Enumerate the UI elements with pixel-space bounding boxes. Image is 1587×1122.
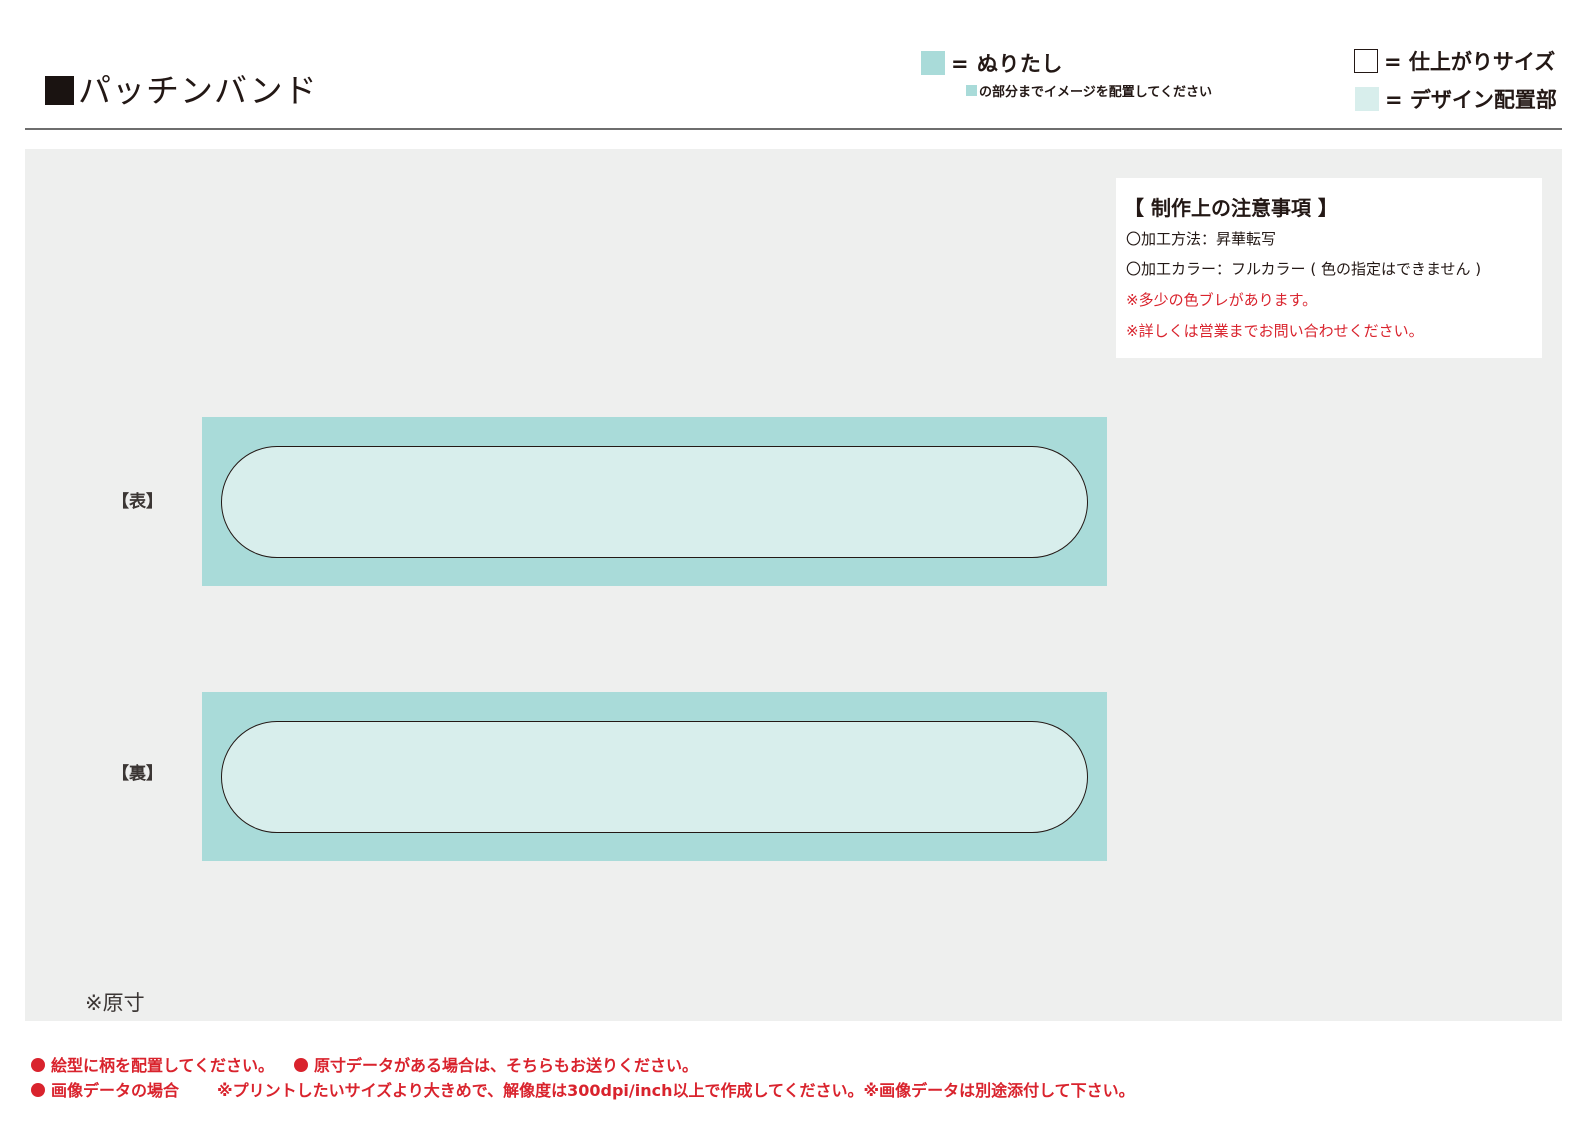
note-color: 〇加工カラー：フルカラー ( 色の指定はできません ) xyxy=(1126,260,1482,278)
footer-image-data-heading: 画像データの場合 xyxy=(51,1081,180,1100)
bleed-swatch xyxy=(921,51,945,75)
back-design-area[interactable] xyxy=(221,721,1088,833)
legend-finish-size: = 仕上がりサイズ xyxy=(1354,46,1555,76)
footer-line-1: 絵型に柄を配置してください。 原寸データがある場合は、そちらもお送りください。 xyxy=(31,1052,698,1076)
legend-design-area: = デザイン配置部 xyxy=(1355,84,1557,114)
finish-size-legend-label: = 仕上がりサイズ xyxy=(1384,50,1556,74)
title-square-icon xyxy=(45,76,74,105)
design-area-swatch xyxy=(1355,87,1379,111)
bleed-note-swatch xyxy=(966,85,977,96)
finish-size-swatch xyxy=(1354,49,1378,73)
page-title-block: パッチンバンド xyxy=(45,74,318,107)
page-title: パッチンバンド xyxy=(78,71,318,110)
front-design-area[interactable] xyxy=(221,446,1088,558)
note-contact: ※詳しくは営業までお問い合わせください。 xyxy=(1126,322,1424,340)
footer-image-data-instructions: ※プリントしたいサイズより大きめで、解像度は300dpi/inch以上で作成して… xyxy=(217,1081,1135,1100)
design-area-legend-label: = デザイン配置部 xyxy=(1385,88,1557,112)
actual-size-note: ※原寸 xyxy=(85,991,145,1015)
front-side-label: 【表】 xyxy=(112,492,163,512)
note-color-variance: ※多少の色ブレがあります。 xyxy=(1126,291,1318,309)
bullet-icon xyxy=(31,1083,45,1097)
footer-instruction-pattern: 絵型に柄を配置してください。 xyxy=(51,1056,275,1075)
bleed-note-text: の部分までイメージを配置してください xyxy=(979,85,1212,100)
bleed-legend-label: = ぬりたし xyxy=(951,52,1063,76)
bleed-note: の部分までイメージを配置してください xyxy=(966,81,1212,100)
note-process: 〇加工方法：昇華転写 xyxy=(1126,230,1277,248)
bullet-icon xyxy=(294,1058,309,1072)
legend-bleed: = ぬりたし xyxy=(921,48,1063,78)
header-divider xyxy=(25,128,1562,130)
footer-line-2: 画像データの場合 ※プリントしたいサイズより大きめで、解像度は300dpi/inc… xyxy=(31,1077,1135,1101)
footer-instruction-original-data: 原寸データがある場合は、そちらもお送りください。 xyxy=(314,1056,699,1075)
production-notes-title: 【 制作上の注意事項 】 xyxy=(1124,196,1338,220)
bullet-icon xyxy=(31,1058,45,1072)
back-side-label: 【裏】 xyxy=(112,764,163,784)
